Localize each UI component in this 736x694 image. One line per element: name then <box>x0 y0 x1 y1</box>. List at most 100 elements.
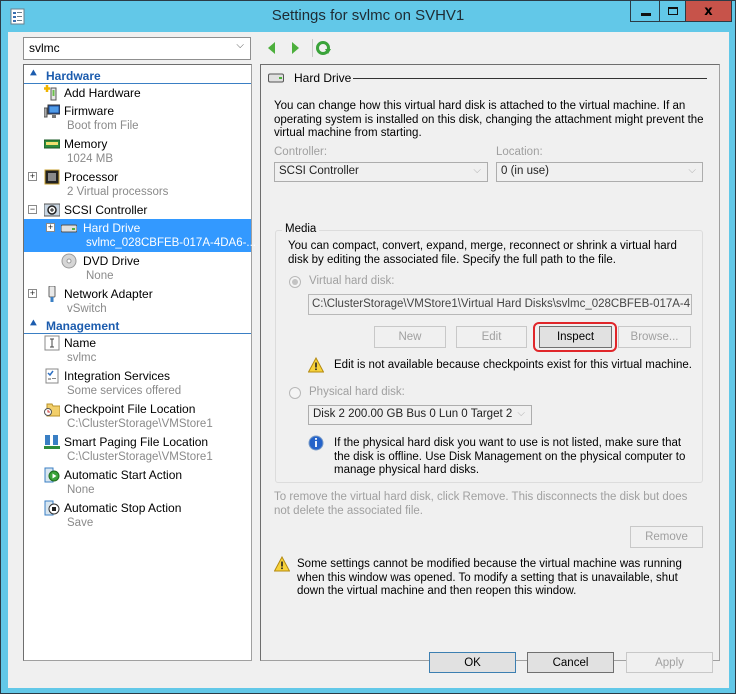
collapse-icon[interactable]: − <box>28 205 37 214</box>
settings-tree: ⯅ Hardware Add Hardware Firmware Boot fr… <box>23 64 256 661</box>
tree-item-label: DVD Drive <box>83 254 140 268</box>
info-icon <box>308 435 324 451</box>
edit-warning-text: Edit is not available because checkpoint… <box>334 359 692 371</box>
tree-item-label: SCSI Controller <box>64 203 148 217</box>
remove-button[interactable]: Remove <box>630 526 703 548</box>
expand-icon[interactable]: + <box>46 223 55 232</box>
tree-item-memory[interactable]: Memory 1024 MB <box>24 135 251 168</box>
physical-disk-value: Disk 2 200.00 GB Bus 0 Lun 0 Target 2 <box>313 408 513 420</box>
controller-label: Controller: <box>274 146 328 158</box>
collapse-chevron-icon[interactable]: ⯅ <box>29 318 38 331</box>
tree-item-label: Smart Paging File Location <box>64 435 209 449</box>
virtual-disk-path-input[interactable]: C:\ClusterStorage\VMStore1\Virtual Hard … <box>308 294 692 315</box>
tree-item-value: None <box>67 484 95 496</box>
expand-icon[interactable]: + <box>28 289 37 298</box>
chevron-down-icon: ⌵ <box>236 40 244 51</box>
integration-services-icon <box>45 368 59 384</box>
network-adapter-icon <box>48 286 56 302</box>
processor-icon <box>44 169 60 185</box>
tree-item-label: Hard Drive <box>83 221 141 235</box>
browse-button[interactable]: Browse... <box>618 326 691 348</box>
tree-item-value: vSwitch <box>67 303 107 315</box>
tree-item-checkpoint-file-location[interactable]: Checkpoint File Location C:\ClusterStora… <box>24 400 251 433</box>
edit-button[interactable]: Edit <box>456 326 527 348</box>
tree-item-label: Memory <box>64 137 108 151</box>
controller-value: SCSI Controller <box>279 165 359 177</box>
settings-window: Settings for svlmc on SVHV1 x svlmc ⌵ ⯅ … <box>0 0 736 694</box>
tree-item-name[interactable]: Name svlmc <box>24 334 251 367</box>
tree-item-value: Some services offered <box>67 385 182 397</box>
refresh-icon[interactable] <box>315 40 331 56</box>
apply-button[interactable]: Apply <box>626 652 713 673</box>
vm-selector-dropdown[interactable]: svlmc ⌵ <box>23 37 251 60</box>
section-label: Management <box>46 319 120 333</box>
section-management[interactable]: ⯅ Management <box>24 318 251 334</box>
close-button[interactable]: x <box>685 1 732 22</box>
new-button[interactable]: New <box>374 326 446 348</box>
tree-item-label: Automatic Start Action <box>64 468 183 482</box>
inspect-button[interactable]: Inspect <box>539 326 612 348</box>
tree-item-integration-services[interactable]: Integration Services Some services offer… <box>24 367 251 400</box>
tree-item-label: Automatic Stop Action <box>64 501 182 515</box>
controller-dropdown[interactable]: SCSI Controller ⌵ <box>274 162 488 182</box>
tree-item-value: Boot from File <box>67 120 139 132</box>
maximize-icon <box>668 7 678 15</box>
scsi-controller-icon <box>44 203 60 217</box>
tree-item-automatic-stop-action[interactable]: Automatic Stop Action Save <box>24 499 251 532</box>
physical-disk-dropdown[interactable]: Disk 2 200.00 GB Bus 0 Lun 0 Target 2 ⌵ <box>308 405 532 425</box>
running-warning-text: Some settings cannot be modified because… <box>297 558 682 597</box>
start-action-icon <box>44 467 60 483</box>
tree-item-value: C:\ClusterStorage\VMStore1 <box>67 418 213 430</box>
add-hardware-icon <box>44 85 57 101</box>
name-icon <box>44 335 60 351</box>
media-groupbox: Media You can compact, convert, expand, … <box>275 223 703 483</box>
virtual-disk-radio[interactable] <box>289 276 301 288</box>
warning-icon <box>274 556 290 572</box>
tree-item-label: Integration Services <box>64 369 171 383</box>
tree-item-dvd-drive[interactable]: DVD Drive None <box>24 252 251 285</box>
title-bar[interactable]: Settings for svlmc on SVHV1 x <box>1 1 735 32</box>
close-icon: x <box>704 3 713 19</box>
tree-item-scsi-controller[interactable]: − SCSI Controller <box>24 201 251 219</box>
warning-icon <box>308 357 324 373</box>
back-arrow-icon[interactable] <box>265 41 279 55</box>
section-hardware[interactable]: ⯅ Hardware <box>24 68 251 84</box>
tree-item-value: 2 Virtual processors <box>67 186 169 198</box>
tree-item-value: svlmc_028CBFEB-017A-4DA6-... <box>86 237 257 249</box>
expand-icon[interactable]: + <box>28 172 37 181</box>
minimize-button[interactable] <box>630 1 660 22</box>
hard-drive-icon <box>61 224 77 233</box>
media-description: You can compact, convert, expand, merge,… <box>288 240 677 266</box>
vm-selector-value: svlmc <box>29 41 60 55</box>
maximize-button[interactable] <box>659 1 686 22</box>
tree-item-smart-paging-file-location[interactable]: Smart Paging File Location C:\ClusterSto… <box>24 433 251 466</box>
physical-disk-label: Physical hard disk: <box>309 386 405 398</box>
cancel-button[interactable]: Cancel <box>527 652 614 673</box>
tree-item-processor[interactable]: + Processor 2 Virtual processors <box>24 168 251 201</box>
stop-action-icon <box>44 500 60 516</box>
tree-item-add-hardware[interactable]: Add Hardware <box>24 84 251 102</box>
location-dropdown[interactable]: 0 (in use) ⌵ <box>496 162 703 182</box>
tree-item-firmware[interactable]: Firmware Boot from File <box>24 102 251 135</box>
checkpoint-folder-icon <box>44 403 60 417</box>
firmware-icon <box>44 104 60 118</box>
physical-disk-radio[interactable] <box>289 387 301 399</box>
chevron-down-icon: ⌵ <box>473 165 481 176</box>
hard-drive-settings-panel: Hard Drive You can change how this virtu… <box>260 64 720 661</box>
minimize-icon <box>640 12 651 16</box>
collapse-chevron-icon[interactable]: ⯅ <box>29 68 38 81</box>
memory-icon <box>44 139 60 149</box>
tree-item-network-adapter[interactable]: + Network Adapter vSwitch <box>24 285 251 318</box>
location-label: Location: <box>496 146 543 158</box>
tree-item-value: C:\ClusterStorage\VMStore1 <box>67 451 213 463</box>
tree-item-automatic-start-action[interactable]: Automatic Start Action None <box>24 466 251 499</box>
ok-button[interactable]: OK <box>429 652 516 673</box>
tree-item-label: Firmware <box>64 104 114 118</box>
tree-item-value: Save <box>67 517 94 529</box>
tree-item-label: Network Adapter <box>64 287 153 301</box>
physical-disk-info-text: If the physical hard disk you want to us… <box>334 437 686 476</box>
forward-arrow-icon[interactable] <box>288 41 302 55</box>
tree-item-hard-drive[interactable]: + Hard Drive svlmc_028CBFEB-017A-4DA6-..… <box>24 219 256 252</box>
tree-item-value: 1024 MB <box>67 153 114 165</box>
section-label: Hardware <box>46 69 101 83</box>
